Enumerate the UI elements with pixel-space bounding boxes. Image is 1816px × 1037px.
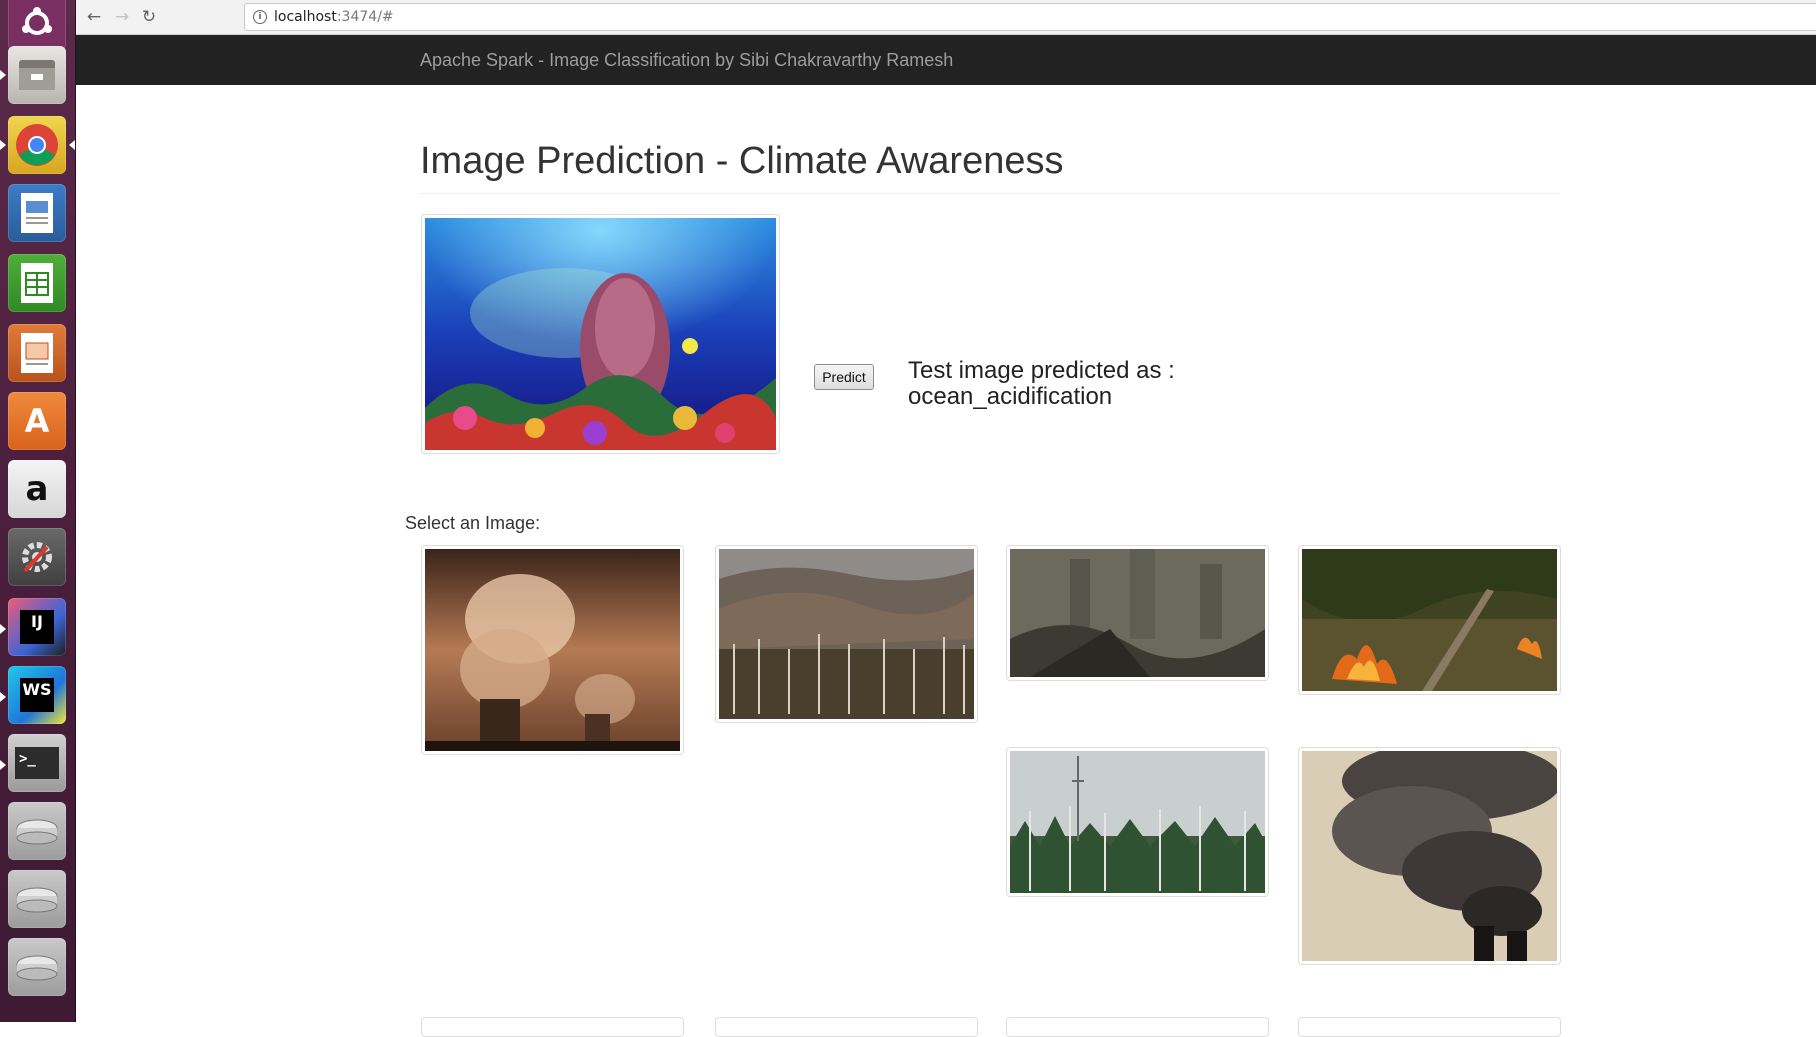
- writer-icon[interactable]: [8, 184, 66, 242]
- chrome-icon[interactable]: [8, 116, 66, 174]
- drive-icon[interactable]: [8, 802, 66, 860]
- gallery-image-3[interactable]: [1006, 545, 1269, 681]
- webstorm-icon[interactable]: WS: [8, 666, 66, 724]
- browser-toolbar: ← → ↻ i localhost:3474/#: [76, 0, 1816, 35]
- select-image-label: Select an Image:: [405, 513, 541, 533]
- files-icon[interactable]: [8, 46, 66, 104]
- gallery-image-2[interactable]: [715, 545, 978, 723]
- system-settings-icon[interactable]: [8, 528, 66, 586]
- gallery-image-7[interactable]: [421, 1017, 684, 1037]
- software-center-icon[interactable]: A: [8, 392, 66, 450]
- amazon-icon[interactable]: a: [8, 460, 66, 518]
- calc-icon[interactable]: [8, 254, 66, 312]
- info-icon[interactable]: i: [253, 10, 267, 24]
- prediction-class: ocean_acidification: [908, 383, 1113, 410]
- page-title: Image Prediction - Climate Awareness: [420, 140, 1064, 182]
- gallery-image-10[interactable]: [1298, 1017, 1561, 1037]
- navbar-brand[interactable]: Apache Spark - Image Classification by S…: [420, 50, 953, 71]
- drive-icon[interactable]: [8, 870, 66, 928]
- navbar: Apache Spark - Image Classification by S…: [76, 35, 1816, 85]
- terminal-icon[interactable]: >_: [8, 734, 66, 792]
- ubuntu-launcher: A a IJ WS >_: [0, 0, 76, 1022]
- gallery-image-5[interactable]: [1006, 747, 1269, 897]
- forward-arrow-icon[interactable]: →: [111, 6, 133, 28]
- prediction-label: Test image predicted as :: [908, 357, 1175, 384]
- impress-icon[interactable]: [8, 324, 66, 382]
- ubuntu-icon[interactable]: [8, 0, 66, 52]
- gallery-image-8[interactable]: [715, 1017, 978, 1037]
- test-image: [421, 214, 780, 454]
- prediction-result: Test image predicted as : ocean_acidific…: [908, 358, 1175, 410]
- gallery-image-4[interactable]: [1298, 545, 1561, 695]
- reload-icon[interactable]: ↻: [138, 6, 160, 28]
- predict-button[interactable]: Predict: [814, 364, 874, 390]
- drive-icon[interactable]: [8, 938, 66, 996]
- address-bar[interactable]: i localhost:3474/#: [244, 3, 1816, 31]
- back-arrow-icon[interactable]: ←: [83, 6, 105, 28]
- intellij-icon[interactable]: IJ: [8, 598, 66, 656]
- url-text[interactable]: localhost:3474/#: [274, 9, 394, 25]
- title-divider: [420, 193, 1560, 194]
- gallery-image-6[interactable]: [1298, 747, 1561, 965]
- gallery-image-1[interactable]: [421, 545, 684, 755]
- gallery-image-9[interactable]: [1006, 1017, 1269, 1037]
